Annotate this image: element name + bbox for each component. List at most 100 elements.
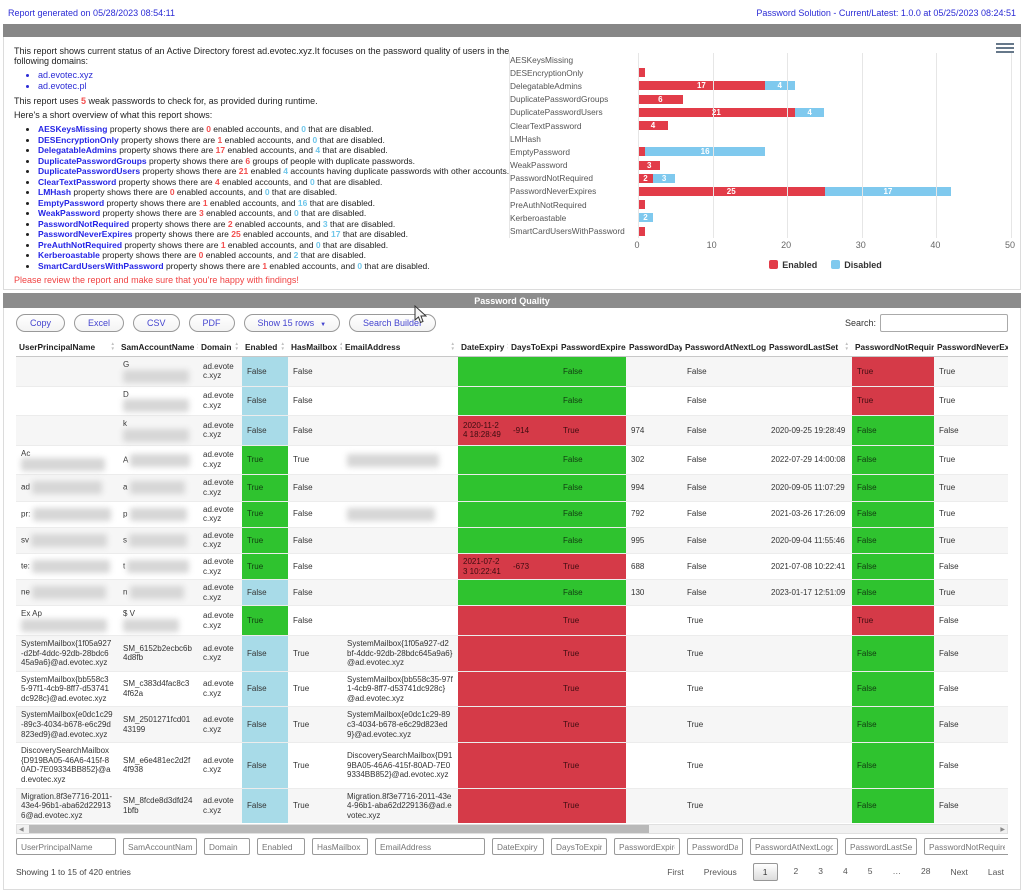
table-row[interactable]: ad a ad.evotec.xyzTrueFalseFalse994False… bbox=[16, 475, 1008, 501]
column-filter-input[interactable] bbox=[123, 838, 197, 855]
column-header-emailaddress[interactable]: EmailAddress▲▼ bbox=[342, 338, 458, 357]
table-row[interactable]: DiscoverySearchMailbox {D919BA05-46A6-41… bbox=[16, 743, 1008, 788]
scroll-right-icon[interactable]: ▶ bbox=[1000, 826, 1005, 833]
cell bbox=[626, 635, 682, 671]
password-solution-version-link[interactable]: Password Solution - Current/Latest: 1.0.… bbox=[756, 8, 1016, 18]
copy-button[interactable]: Copy bbox=[16, 314, 65, 332]
cell: False bbox=[682, 553, 766, 579]
column-header-samaccountname[interactable]: SamAccountName▲▼ bbox=[118, 338, 198, 357]
cell: True bbox=[288, 671, 342, 707]
column-filter-input[interactable] bbox=[312, 838, 368, 855]
table-row[interactable]: sv s ad.evotec.xyzTrueFalseFalse995False… bbox=[16, 527, 1008, 553]
cell: p bbox=[118, 501, 198, 527]
chart-bar: 2517 bbox=[638, 187, 951, 196]
cell: ad.evotec.xyz bbox=[198, 416, 242, 446]
column-filter-input[interactable] bbox=[375, 838, 485, 855]
table-header-row: UserPrincipalName▲▼SamAccountName▲▼Domai… bbox=[16, 338, 1008, 357]
cell: True bbox=[558, 671, 626, 707]
horizontal-scrollbar[interactable]: ◀ ▶ bbox=[16, 824, 1008, 834]
table-row[interactable]: SystemMailbox{1f05a927-d2bf-4ddc-92db-28… bbox=[16, 635, 1008, 671]
pagination-page[interactable]: 28 bbox=[917, 863, 934, 881]
column-header-domain[interactable]: Domain▲▼ bbox=[198, 338, 242, 357]
column-filter-input[interactable] bbox=[551, 838, 607, 855]
cell: False bbox=[682, 501, 766, 527]
pagination: First Previous 12345 … 28 Next Last bbox=[663, 863, 1008, 881]
table-row[interactable]: Ac A ad.evotec.xyzTrueTrueFalse302False2… bbox=[16, 445, 1008, 475]
pagination-last[interactable]: Last bbox=[984, 864, 1008, 880]
redacted-text bbox=[31, 534, 107, 547]
domain-link[interactable]: ad.evotec.xyz bbox=[38, 70, 519, 80]
column-filter-input[interactable] bbox=[16, 838, 116, 855]
column-header-passwordexpired[interactable]: PasswordExpired▲▼ bbox=[558, 338, 626, 357]
cell: ad.evotec.xyz bbox=[198, 445, 242, 475]
cell: True bbox=[558, 707, 626, 743]
cell bbox=[508, 707, 558, 743]
table-row[interactable]: G ad.evotec.xyzFalseFalseFalseFalseTrueT… bbox=[16, 357, 1008, 387]
column-header-hasmailbox[interactable]: HasMailbox▲▼ bbox=[288, 338, 342, 357]
legend-item[interactable]: Enabled bbox=[769, 260, 817, 270]
cell: 995 bbox=[626, 527, 682, 553]
table-section-header: Password Quality bbox=[3, 293, 1021, 308]
column-header-userprincipalname[interactable]: UserPrincipalName▲▼ bbox=[16, 338, 118, 357]
table-row[interactable]: ne n ad.evotec.xyzFalseFalseFalse130Fals… bbox=[16, 580, 1008, 606]
column-header-enabled[interactable]: Enabled▲▼ bbox=[242, 338, 288, 357]
pagination-page[interactable]: 4 bbox=[839, 863, 852, 881]
csv-button[interactable]: CSV bbox=[133, 314, 180, 332]
table-row[interactable]: SystemMailbox{bb558c35-97f1-4cb9-8ff7-d5… bbox=[16, 671, 1008, 707]
chart-category-label: ClearTextPassword bbox=[510, 121, 638, 131]
column-header-daystoexpire[interactable]: DaysToExpire▲▼ bbox=[508, 338, 558, 357]
column-filter-input[interactable] bbox=[492, 838, 544, 855]
scroll-left-icon[interactable]: ◀ bbox=[19, 826, 24, 833]
pagination-next[interactable]: Next bbox=[946, 864, 971, 880]
pagination-page[interactable]: 5 bbox=[864, 863, 877, 881]
legend-item[interactable]: Disabled bbox=[831, 260, 882, 270]
cell: ad.evotec.xyz bbox=[198, 635, 242, 671]
overview-item: WeakPassword property shows there are 3 … bbox=[38, 208, 519, 219]
column-filter-input[interactable] bbox=[687, 838, 743, 855]
cell bbox=[458, 743, 508, 788]
pagination-page[interactable]: 1 bbox=[753, 863, 778, 881]
column-header-passwordneverexpires[interactable]: PasswordNeverExpires▲▼ bbox=[934, 338, 1008, 357]
column-header-passwordatnextlogon[interactable]: PasswordAtNextLogon▲▼ bbox=[682, 338, 766, 357]
table-row[interactable]: SystemMailbox{e0dc1c29-89c3-4034-b678-e6… bbox=[16, 707, 1008, 743]
column-filter-input[interactable] bbox=[257, 838, 305, 855]
search-builder-button[interactable]: Search Builder bbox=[349, 314, 436, 332]
table-row[interactable]: k ad.evotec.xyzFalseFalse2020-11-24 18:2… bbox=[16, 416, 1008, 446]
overview-list: AESKeysMissing property shows there are … bbox=[38, 124, 519, 271]
cell: False bbox=[558, 527, 626, 553]
pagination-page[interactable]: 2 bbox=[790, 863, 803, 881]
pagination-page[interactable]: … bbox=[888, 863, 905, 881]
column-header-dateexpiry[interactable]: DateExpiry▲▼ bbox=[458, 338, 508, 357]
table-row[interactable]: Migration.8f3e7716-2011-43e4-96b1-aba62d… bbox=[16, 788, 1008, 823]
column-filter-input[interactable] bbox=[845, 838, 917, 855]
cell bbox=[342, 386, 458, 416]
column-filter-input[interactable] bbox=[924, 838, 1008, 855]
column-header-passwordnotrequired[interactable]: PasswordNotRequired▲▼ bbox=[852, 338, 934, 357]
search-label: Search: bbox=[845, 318, 876, 328]
scrollbar-thumb[interactable] bbox=[29, 825, 649, 833]
column-filter-input[interactable] bbox=[614, 838, 680, 855]
chart-category-label: LMHash bbox=[510, 134, 638, 144]
pagination-first[interactable]: First bbox=[663, 864, 688, 880]
column-header-passwordlastset[interactable]: PasswordLastSet▲▼ bbox=[766, 338, 852, 357]
cell: True bbox=[558, 788, 626, 823]
search-input[interactable] bbox=[880, 314, 1008, 332]
excel-button[interactable]: Excel bbox=[74, 314, 124, 332]
domain-link[interactable]: ad.evotec.pl bbox=[38, 81, 519, 91]
table-row[interactable]: D ad.evotec.xyzFalseFalseFalseFalseTrueT… bbox=[16, 386, 1008, 416]
table-row[interactable]: Ex Ap $ V ad.evotec.xyzTrueFalseTrueTrue… bbox=[16, 606, 1008, 636]
column-header-passworddays[interactable]: PasswordDays▲▼ bbox=[626, 338, 682, 357]
column-filter-input[interactable] bbox=[750, 838, 838, 855]
cell bbox=[458, 386, 508, 416]
page-length-dropdown[interactable]: Show 15 rows▼ bbox=[244, 314, 340, 332]
table-row[interactable]: te: t ad.evotec.xyzTrueFalse2021-07-23 1… bbox=[16, 553, 1008, 579]
report-generated-link[interactable]: Report generated on 05/28/2023 08:54:11 bbox=[8, 8, 175, 18]
enabled-bar-segment bbox=[638, 227, 645, 236]
table-row[interactable]: pr: p ad.evotec.xyzTrueFalseFalse792Fals… bbox=[16, 501, 1008, 527]
pagination-page[interactable]: 3 bbox=[814, 863, 827, 881]
pdf-button[interactable]: PDF bbox=[189, 314, 235, 332]
pagination-previous[interactable]: Previous bbox=[700, 864, 741, 880]
enabled-bar-segment bbox=[638, 200, 645, 209]
column-filter-input[interactable] bbox=[204, 838, 250, 855]
cell: True bbox=[934, 527, 1008, 553]
